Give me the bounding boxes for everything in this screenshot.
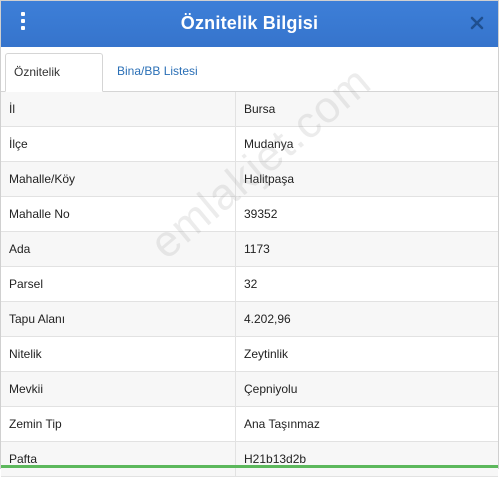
tab-bar: Öznitelik Bilgisi Bina/BB Listesi	[1, 47, 498, 116]
table-row: Pafta H21b13d2b	[1, 442, 498, 477]
table-row: İl Bursa	[1, 92, 498, 127]
row-value: Ana Taşınmaz	[244, 417, 320, 431]
panel-header: Öznitelik Bilgisi	[1, 1, 498, 47]
table-row: Ada 1173	[1, 232, 498, 267]
row-value: Çepniyolu	[244, 382, 298, 396]
row-label: Tapu Alanı	[1, 302, 236, 336]
row-label: Mahalle/Köy	[1, 162, 236, 196]
panel-title: Öznitelik Bilgisi	[180, 13, 319, 33]
row-label: Parsel	[1, 267, 236, 301]
table-row: Parsel 32	[1, 267, 498, 302]
attribute-info-panel: Öznitelik Bilgisi Öznitelik Bilgisi Bina…	[0, 0, 499, 477]
row-value: Bursa	[244, 102, 276, 116]
table-row: Tapu Alanı 4.202,96	[1, 302, 498, 337]
row-value: H21b13d2b	[244, 452, 307, 466]
close-icon[interactable]	[470, 15, 484, 31]
row-value: 1173	[244, 242, 270, 256]
tab-attribute-info[interactable]: Öznitelik Bilgisi	[5, 53, 103, 116]
row-value: 39352	[244, 207, 278, 221]
attribute-table: İl Bursa İlçe Mudanya Mahalle/Köy Halitp…	[1, 92, 498, 477]
bottom-accent-bar	[1, 465, 498, 468]
table-row: İlçe Mudanya	[1, 127, 498, 162]
row-label: İl	[1, 92, 236, 126]
table-row: Zemin Tip Ana Taşınmaz	[1, 407, 498, 442]
row-label: Nitelik	[1, 337, 236, 371]
row-value: 32	[244, 277, 258, 291]
row-value: Mudanya	[244, 137, 294, 151]
table-row: Mahalle/Köy Halitpaşa	[1, 162, 498, 197]
table-row: Nitelik Zeytinlik	[1, 337, 498, 372]
row-value: Zeytinlik	[244, 347, 289, 361]
row-label: Mahalle No	[1, 197, 236, 231]
row-label: Ada	[1, 232, 236, 266]
row-label: İlçe	[1, 127, 236, 161]
tab-building-list[interactable]: Bina/BB Listesi	[109, 53, 206, 90]
row-label: Mevkii	[1, 372, 236, 406]
row-value: 4.202,96	[244, 312, 291, 326]
row-value: Halitpaşa	[244, 172, 295, 186]
table-row: Mahalle No 39352	[1, 197, 498, 232]
row-label: Pafta	[1, 442, 236, 476]
table-row: Mevkii Çepniyolu	[1, 372, 498, 407]
row-label: Zemin Tip	[1, 407, 236, 441]
